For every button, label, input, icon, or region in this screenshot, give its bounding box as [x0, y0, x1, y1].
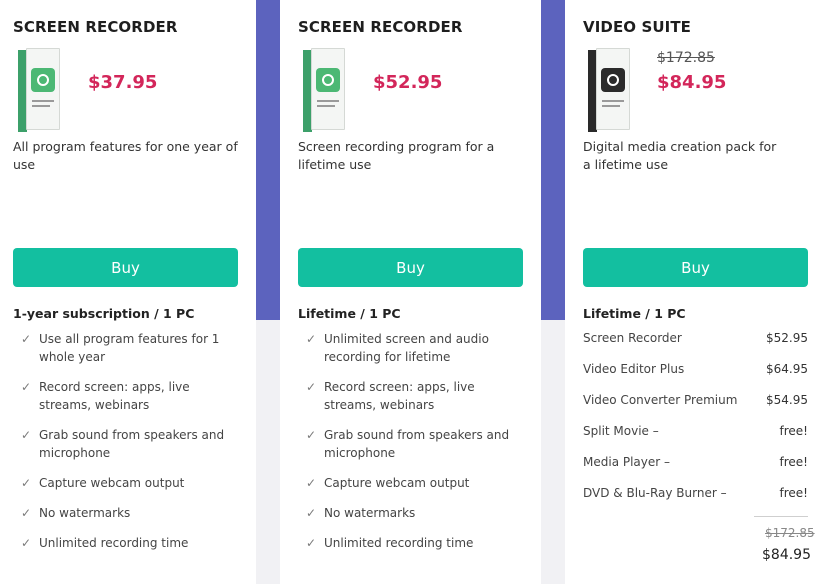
card-title: VIDEO SUITE: [583, 18, 692, 36]
check-icon: ✓: [306, 536, 317, 550]
total-price: $84.95: [762, 547, 811, 563]
bundle-item: Video Editor Plus $64.95: [583, 362, 808, 376]
pricing-card-screen-recorder-1year: SCREEN RECORDER $37.95 All program featu…: [0, 0, 256, 584]
accent-band: [541, 0, 565, 320]
card-title: SCREEN RECORDER: [13, 18, 178, 36]
license-type: Lifetime / 1 PC: [298, 306, 401, 321]
bundle-item: DVD & Blu-Ray Burner – free!: [583, 486, 808, 500]
price: $84.95: [657, 72, 727, 93]
bundle-item-value: $52.95: [766, 331, 808, 345]
bundle-item: Video Converter Premium $54.95: [583, 393, 808, 407]
screen-recorder-box-icon: [18, 48, 60, 132]
check-icon: ✓: [306, 506, 317, 520]
pricing-card-screen-recorder-lifetime: SCREEN RECORDER $52.95 Screen recording …: [280, 0, 541, 584]
bundle-item-name: Screen Recorder: [583, 331, 682, 345]
check-icon: ✓: [306, 476, 317, 490]
bundle-item-name: Video Editor Plus: [583, 362, 685, 376]
bundle-item-value: $64.95: [766, 362, 808, 376]
price: $37.95: [88, 72, 158, 93]
check-icon: ✓: [306, 428, 317, 442]
bundle-item-value: free!: [779, 424, 808, 438]
check-icon: ✓: [21, 536, 32, 550]
bundle-item: Screen Recorder $52.95: [583, 331, 808, 345]
check-icon: ✓: [21, 428, 32, 442]
total-divider: [754, 516, 808, 517]
card-description: All program features for one year of use: [13, 139, 238, 172]
video-suite-box-icon: [588, 48, 630, 132]
price: $52.95: [373, 72, 443, 93]
buy-button[interactable]: Buy: [298, 248, 523, 287]
total-old-price: $172.85: [765, 526, 815, 540]
bundle-item-name: DVD & Blu-Ray Burner –: [583, 486, 727, 500]
check-icon: ✓: [21, 380, 32, 394]
check-icon: ✓: [306, 332, 317, 346]
check-icon: ✓: [21, 506, 32, 520]
check-icon: ✓: [306, 380, 317, 394]
bundle-item-name: Media Player –: [583, 455, 671, 469]
license-type: Lifetime / 1 PC: [583, 306, 686, 321]
buy-button[interactable]: Buy: [583, 248, 808, 287]
bundle-item: Split Movie – free!: [583, 424, 808, 438]
bundle-item-value: $54.95: [766, 393, 808, 407]
bundle-item: Media Player – free!: [583, 455, 808, 469]
pricing-card-video-suite: VIDEO SUITE $172.85 $84.95 Digital media…: [565, 0, 826, 584]
card-description: Digital media creation pack for a lifeti…: [583, 139, 777, 172]
screen-recorder-box-icon: [303, 48, 345, 132]
accent-band: [256, 0, 280, 320]
bundle-item-name: Video Converter Premium: [583, 393, 738, 407]
bundle-item-value: free!: [779, 455, 808, 469]
old-price: $172.85: [657, 50, 715, 66]
check-icon: ✓: [21, 332, 32, 346]
card-title: SCREEN RECORDER: [298, 18, 463, 36]
card-description: Screen recording program for a lifetime …: [298, 139, 495, 172]
buy-button[interactable]: Buy: [13, 248, 238, 287]
check-icon: ✓: [21, 476, 32, 490]
bundle-item-value: free!: [779, 486, 808, 500]
license-type: 1-year subscription / 1 PC: [13, 306, 195, 321]
bundle-item-name: Split Movie –: [583, 424, 659, 438]
